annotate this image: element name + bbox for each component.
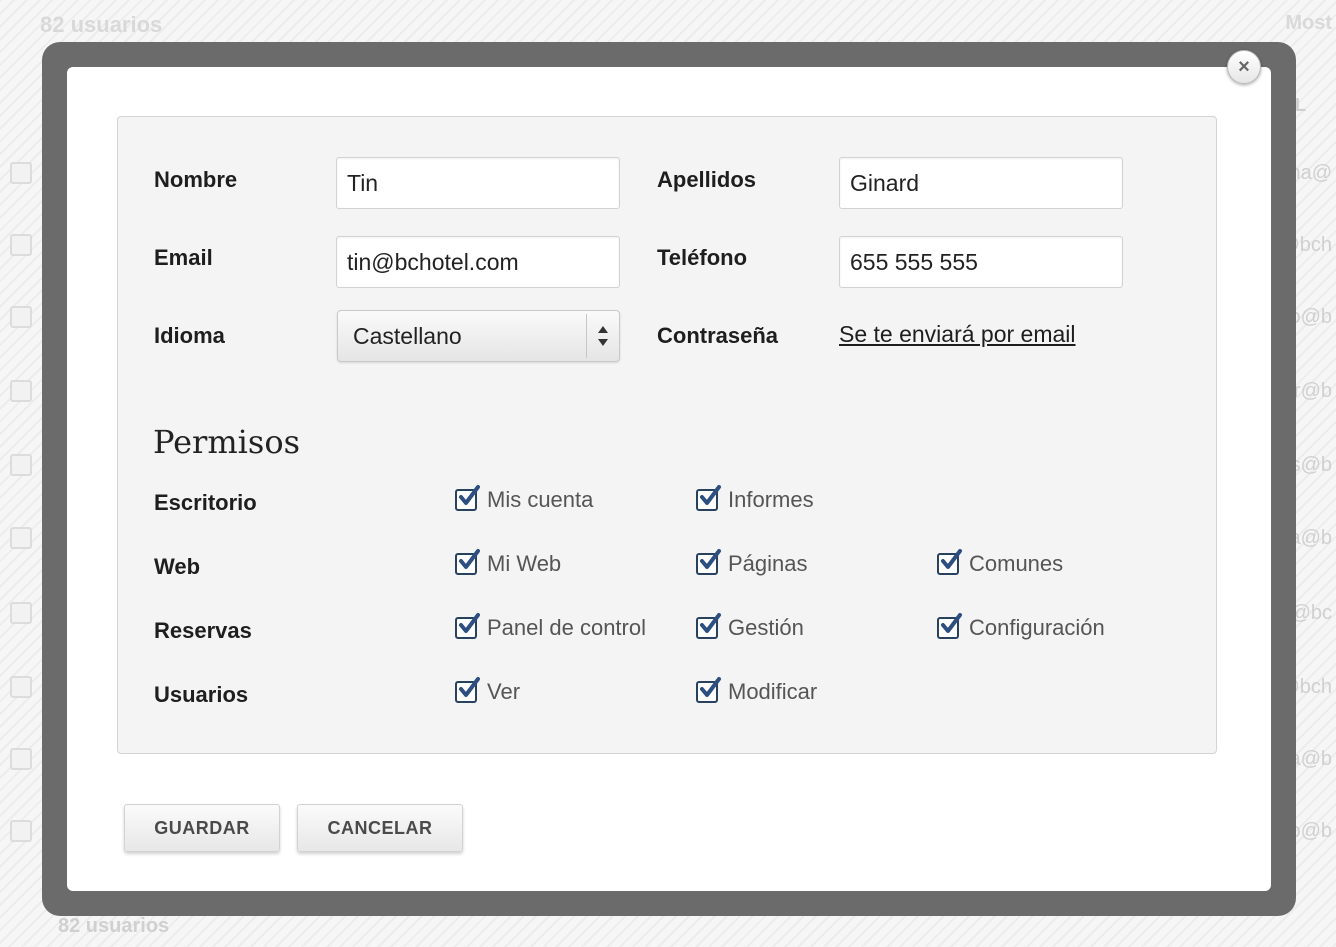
- save-button[interactable]: GUARDAR: [124, 804, 280, 852]
- contrasena-label: Contraseña: [657, 323, 779, 348]
- perm-row-escritorio-label: Escritorio: [154, 490, 257, 515]
- checkbox-checked-icon: [455, 485, 480, 511]
- row-checkbox: [10, 454, 32, 476]
- row-checkbox: [10, 676, 32, 698]
- user-count-top: 82 usuarios: [40, 12, 163, 37]
- checkbox-checked-icon: [937, 549, 962, 575]
- apellidos-field[interactable]: [839, 157, 1123, 209]
- checkbox-modificar[interactable]: Modificar: [696, 677, 817, 707]
- checkbox-mis-cuenta[interactable]: Mis cuenta: [455, 485, 593, 515]
- email-label: Email: [154, 245, 213, 270]
- perm-row-usuarios-label: Usuarios: [154, 682, 249, 707]
- row-checkbox: [10, 527, 32, 549]
- password-email-link[interactable]: Se te enviará por email: [839, 321, 1076, 348]
- checkbox-informes[interactable]: Informes: [696, 485, 814, 515]
- telefono-label: Teléfono: [657, 245, 748, 270]
- email-field[interactable]: [336, 236, 620, 288]
- row-checkbox: [10, 380, 32, 402]
- checkbox-comunes[interactable]: Comunes: [937, 549, 1063, 579]
- checkbox-label: Informes: [728, 487, 814, 512]
- edit-user-modal: Nombre Apellidos Email Teléfono Idioma C…: [67, 67, 1271, 891]
- checkbox-checked-icon: [455, 677, 480, 703]
- checkbox-label: Ver: [487, 679, 521, 704]
- checkbox-label: Modificar: [728, 679, 818, 704]
- select-divider: [586, 314, 587, 358]
- checkbox-label: Mis cuenta: [487, 487, 594, 512]
- checkbox-paginas[interactable]: Páginas: [696, 549, 808, 579]
- row-checkbox: [10, 234, 32, 256]
- show-label: Most: [1285, 12, 1332, 34]
- checkbox-label: Configuración: [969, 615, 1105, 640]
- telefono-field[interactable]: [839, 236, 1123, 288]
- checkbox-panel-de-control[interactable]: Panel de control: [455, 613, 646, 643]
- user-form-panel: Nombre Apellidos Email Teléfono Idioma C…: [117, 116, 1217, 754]
- close-icon[interactable]: ×: [1227, 50, 1261, 84]
- select-arrows-icon: [598, 326, 608, 346]
- checkbox-checked-icon: [937, 613, 962, 639]
- checkbox-mi-web[interactable]: Mi Web: [455, 549, 561, 579]
- checkbox-checked-icon: [696, 485, 721, 511]
- checkbox-configuracion[interactable]: Configuración: [937, 613, 1105, 643]
- perm-row-reservas-label: Reservas: [154, 618, 252, 643]
- idioma-select[interactable]: Castellano: [337, 310, 620, 362]
- checkbox-label: Mi Web: [487, 551, 562, 576]
- checkbox-ver[interactable]: Ver: [455, 677, 520, 707]
- checkbox-checked-icon: [455, 549, 480, 575]
- perm-row-web-label: Web: [154, 554, 201, 579]
- row-checkbox: [10, 306, 32, 328]
- row-checkbox: [10, 162, 32, 184]
- row-checkbox: [10, 602, 32, 624]
- checkbox-label: Panel de control: [487, 615, 646, 640]
- checkbox-label: Páginas: [728, 551, 808, 576]
- checkbox-label: Gestión: [728, 615, 804, 640]
- nombre-label: Nombre: [154, 167, 238, 192]
- checkbox-gestion[interactable]: Gestión: [696, 613, 804, 643]
- cancel-button[interactable]: CANCELAR: [297, 804, 463, 852]
- checkbox-checked-icon: [696, 549, 721, 575]
- idioma-label: Idioma: [154, 323, 225, 348]
- apellidos-label: Apellidos: [657, 167, 757, 192]
- permisos-title: Permisos: [153, 423, 301, 461]
- checkbox-checked-icon: [455, 613, 480, 639]
- idioma-selected-value: Castellano: [353, 323, 462, 349]
- checkbox-checked-icon: [696, 613, 721, 639]
- checkbox-checked-icon: [696, 677, 721, 703]
- user-count-bottom: 82 usuarios: [58, 915, 170, 937]
- row-checkbox: [10, 748, 32, 770]
- checkbox-label: Comunes: [969, 551, 1064, 576]
- nombre-field[interactable]: [336, 157, 620, 209]
- row-checkbox: [10, 820, 32, 842]
